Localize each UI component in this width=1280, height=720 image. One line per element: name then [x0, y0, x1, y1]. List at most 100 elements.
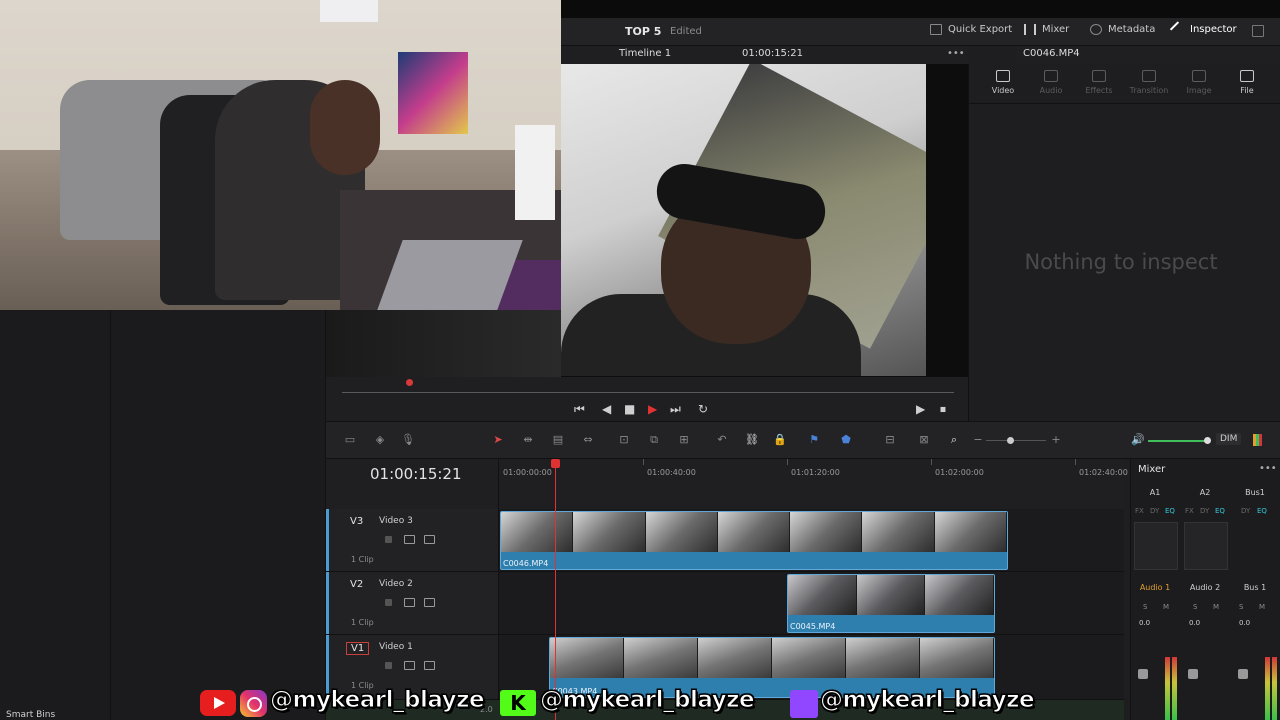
stop-icon[interactable]: ■ [624, 402, 635, 416]
dy-label[interactable]: DY [1150, 507, 1159, 515]
pan-control-a1[interactable] [1134, 522, 1178, 570]
viewer-video-frame [561, 64, 926, 376]
fx-label[interactable]: FX [1135, 507, 1144, 515]
tab-audio[interactable]: Audio [1027, 70, 1075, 95]
layout-icon[interactable]: ▭ [342, 433, 358, 447]
gain-value: 0.0 [1139, 619, 1151, 627]
lock-icon[interactable] [385, 599, 392, 606]
track-header-v3[interactable]: V3 Video 3 1 Clip [326, 509, 499, 572]
lock-icon[interactable] [385, 662, 392, 669]
scrub-playhead[interactable] [406, 379, 413, 386]
overwrite-icon[interactable]: ⧉ [646, 433, 662, 447]
fader-a1[interactable] [1138, 669, 1148, 679]
mixer-options-icon[interactable]: ••• [1259, 463, 1277, 474]
transport-controls: ⏮ ◀ ■ ▶ ⏭ ↻ ▶ ⏹ [326, 399, 968, 421]
gain-value: 0.0 [1189, 619, 1201, 627]
zoom-detail-icon[interactable]: ⊠ [916, 433, 932, 447]
blade-tool-icon[interactable]: ▤ [550, 433, 566, 447]
timeline-selector[interactable]: Timeline 1 [619, 48, 671, 59]
clip-label: C0046.MP4 [503, 559, 549, 568]
play-reverse-icon[interactable]: ◀ [602, 402, 611, 416]
image-icon [1192, 70, 1206, 82]
track-visibility-icon[interactable] [424, 535, 435, 544]
inspector-button[interactable]: Inspector [1169, 21, 1237, 38]
tab-file[interactable]: File [1223, 70, 1271, 95]
viewer-options-icon[interactable]: ••• [947, 48, 965, 59]
solo-button[interactable]: S [1193, 603, 1197, 611]
insert-icon[interactable]: ⊡ [616, 433, 632, 447]
next-icon[interactable]: ▶ [916, 402, 925, 416]
fullscreen-icon[interactable]: ⏹ [940, 402, 946, 417]
metadata-button[interactable]: Metadata [1090, 24, 1155, 35]
dim-button[interactable]: DIM [1216, 433, 1242, 445]
zoom-in-icon[interactable]: + [1048, 433, 1064, 447]
auto-select-icon[interactable] [404, 661, 415, 670]
marker-icon[interactable]: ⬟ [838, 433, 854, 447]
zoom-slider-knob[interactable] [1007, 437, 1014, 444]
fader-bus1[interactable] [1238, 669, 1248, 679]
link-icon[interactable]: ⛓ [744, 433, 760, 447]
volume-slider[interactable] [1148, 440, 1208, 442]
trim-tool-icon[interactable]: ⇹ [520, 433, 536, 447]
solo-button[interactable]: S [1143, 603, 1147, 611]
tab-transition[interactable]: Transition [1125, 70, 1173, 95]
export-icon [930, 24, 942, 35]
inspector-clip-name: C0046.MP4 [1023, 48, 1080, 59]
zoom-slider[interactable] [986, 440, 1046, 441]
auto-select-icon[interactable] [404, 598, 415, 607]
go-to-end-icon[interactable]: ⏭ [670, 402, 681, 417]
loop-icon[interactable]: ↻ [698, 402, 708, 416]
transition-icon [1142, 70, 1156, 82]
track-visibility-icon[interactable] [424, 598, 435, 607]
mixer-button[interactable]: Mixer [1024, 24, 1069, 35]
tab-effects[interactable]: Effects [1075, 70, 1123, 95]
mic-icon[interactable]: 🎙 [400, 433, 416, 447]
lock-icon[interactable] [385, 536, 392, 543]
fader-a2[interactable] [1188, 669, 1198, 679]
pan-control-a2[interactable] [1184, 522, 1228, 570]
tab-video[interactable]: Video [979, 70, 1027, 95]
zoom-full-icon[interactable]: ⊟ [882, 433, 898, 447]
dy-label[interactable]: DY [1200, 507, 1209, 515]
dy-label[interactable]: DY [1241, 507, 1250, 515]
clip-c0045[interactable]: C0045.MP4 [787, 574, 995, 633]
timeline-ruler[interactable]: 01:00:00:00 01:00:40:00 01:01:20:00 01:0… [499, 459, 1128, 509]
dynamic-trim-icon[interactable]: ⇔ [580, 433, 596, 447]
thumbnail [920, 638, 994, 678]
solo-button[interactable]: S [1239, 603, 1243, 611]
thumbnail [698, 638, 772, 678]
eq-label[interactable]: EQ [1215, 507, 1225, 515]
replace-icon[interactable]: ⊞ [676, 433, 692, 447]
channel-bus1: Bus1 [1245, 488, 1265, 497]
fx-label[interactable]: FX [1185, 507, 1194, 515]
track-header-v2[interactable]: V2 Video 2 1 Clip [326, 572, 499, 635]
expand-icon[interactable] [1252, 25, 1264, 37]
mute-button[interactable]: M [1213, 603, 1219, 611]
volume-knob[interactable] [1204, 437, 1211, 444]
smart-bins-label[interactable]: Smart Bins [6, 710, 55, 720]
viewer-scrubber[interactable] [326, 377, 968, 399]
play-icon[interactable]: ▶ [648, 402, 657, 416]
speaker-icon[interactable]: 🔊 [1130, 433, 1146, 447]
mute-button[interactable]: M [1259, 603, 1265, 611]
view-icon[interactable]: ◈ [372, 433, 388, 447]
mute-button[interactable]: M [1163, 603, 1169, 611]
ruler-tick [643, 459, 644, 465]
eq-label[interactable]: EQ [1165, 507, 1175, 515]
quick-export-button[interactable]: Quick Export [930, 24, 1012, 35]
snapping-icon[interactable]: ↶ [714, 433, 730, 447]
video-icon [996, 70, 1010, 82]
zoom-out-icon[interactable]: − [970, 433, 986, 447]
auto-select-icon[interactable] [404, 535, 415, 544]
track-visibility-icon[interactable] [424, 661, 435, 670]
zoom-custom-icon[interactable]: ⌕ [946, 433, 962, 447]
flag-icon[interactable]: ⚑ [806, 433, 822, 447]
resolve-window: { "header": { "project_title": "TOP 5", … [0, 0, 1280, 720]
go-to-start-icon[interactable]: ⏮ [574, 402, 585, 417]
lock-icon[interactable]: 🔒 [772, 433, 788, 447]
selection-tool-icon[interactable]: ➤ [490, 433, 506, 447]
eq-label[interactable]: EQ [1257, 507, 1267, 515]
playhead[interactable] [555, 461, 556, 720]
tab-image[interactable]: Image [1175, 70, 1223, 95]
clip-c0046[interactable]: C0046.MP4 [500, 511, 1008, 570]
